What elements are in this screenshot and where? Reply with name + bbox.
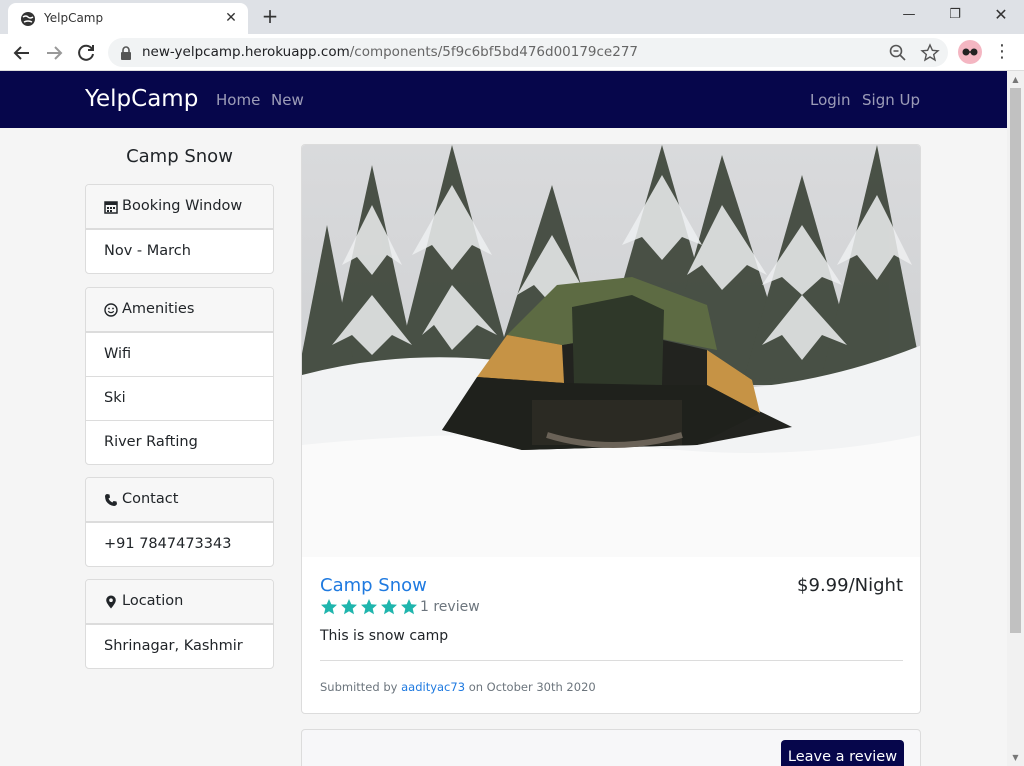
submitted-date: on October 30th 2020 <box>468 680 596 694</box>
browser-tab[interactable]: YelpCamp ✕ <box>8 3 248 34</box>
page-scrollbar[interactable]: ▲ ▼ <box>1007 71 1024 766</box>
minimize-icon[interactable]: — <box>894 4 924 26</box>
contact-phone: +91 7847473343 <box>86 522 273 566</box>
back-icon[interactable] <box>9 40 35 66</box>
star-rating <box>320 598 418 616</box>
star-icon <box>361 599 377 615</box>
amenities-header: Amenities <box>86 288 273 332</box>
booking-window-value: Nov - March <box>86 229 273 273</box>
contact-header: Contact <box>86 478 273 522</box>
nav-signup[interactable]: Sign Up <box>862 91 920 109</box>
contact-card: Contact +91 7847473343 <box>85 477 274 567</box>
star-icon <box>401 599 417 615</box>
amenities-label: Amenities <box>122 301 195 317</box>
url-host: new-yelpcamp.herokuapp.com <box>142 44 350 60</box>
nav-new[interactable]: New <box>271 91 304 109</box>
address-bar[interactable]: new-yelpcamp.herokuapp.com/components/5f… <box>108 38 948 67</box>
url-text: new-yelpcamp.herokuapp.com/components/5f… <box>142 44 638 60</box>
url-path: /components/5f9c6bf5bd476d00179ce277 <box>349 44 639 60</box>
amenity-item: Wifi <box>86 332 273 376</box>
brand-logo[interactable]: YelpCamp <box>85 86 198 112</box>
scroll-down-icon[interactable]: ▼ <box>1007 749 1024 766</box>
reviews-card: Leave a review <box>301 729 921 766</box>
new-tab-button[interactable]: + <box>258 5 282 29</box>
submitted-prefix: Submitted by <box>320 680 398 694</box>
booking-window-header: Booking Window <box>86 185 273 229</box>
phone-icon <box>105 494 117 506</box>
restore-icon[interactable]: ❐ <box>940 4 970 26</box>
forward-icon[interactable] <box>41 40 67 66</box>
map-marker-icon <box>106 595 116 609</box>
site-navbar: YelpCamp Home New Login Sign Up <box>0 71 1007 128</box>
amenity-item: Ski <box>86 376 273 420</box>
zoom-icon[interactable] <box>888 43 908 63</box>
star-icon <box>341 599 357 615</box>
profile-avatar[interactable] <box>958 40 982 64</box>
leave-review-button[interactable]: Leave a review <box>781 740 904 766</box>
booking-window-label: Booking Window <box>122 198 243 214</box>
campground-card: Camp Snow $9.99/Night 1 review This is s… <box>301 144 921 714</box>
glasses-icon <box>962 48 978 56</box>
tab-close-icon[interactable]: ✕ <box>222 9 240 27</box>
location-card: Location Shrinagar, Kashmir <box>85 579 274 669</box>
campground-photo <box>302 145 920 557</box>
campground-description: This is snow camp <box>320 628 449 644</box>
reload-icon[interactable] <box>73 40 99 66</box>
scroll-thumb[interactable] <box>1010 88 1021 633</box>
browser-toolbar: new-yelpcamp.herokuapp.com/components/5f… <box>0 34 1024 71</box>
amenity-item: River Rafting <box>86 420 273 464</box>
booking-window-card: Booking Window Nov - March <box>85 184 274 274</box>
sidebar-title: Camp Snow <box>126 146 233 167</box>
divider <box>320 660 903 661</box>
star-icon <box>381 599 397 615</box>
nav-login[interactable]: Login <box>810 91 850 109</box>
location-value: Shrinagar, Kashmir <box>86 624 273 668</box>
page-viewport: YelpCamp Home New Login Sign Up Camp Sno… <box>0 71 1007 766</box>
tab-title: YelpCamp <box>44 11 104 25</box>
star-icon <box>321 599 337 615</box>
globe-icon <box>21 12 35 26</box>
smile-icon <box>104 303 118 317</box>
browser-menu-icon[interactable]: ⋮ <box>992 40 1012 64</box>
author-link[interactable]: aadityac73 <box>401 680 465 694</box>
campground-price: $9.99/Night <box>797 575 903 596</box>
scroll-up-icon[interactable]: ▲ <box>1007 71 1024 88</box>
review-count: 1 review <box>420 599 480 615</box>
browser-tabstrip: YelpCamp ✕ + — ❐ ✕ <box>0 0 1024 34</box>
amenities-card: Amenities Wifi Ski River Rafting <box>85 287 274 465</box>
window-close-icon[interactable]: ✕ <box>986 4 1016 26</box>
calendar-icon <box>104 201 118 214</box>
submitted-by: Submitted by aadityac73 on October 30th … <box>320 680 596 694</box>
bookmark-star-icon[interactable] <box>920 43 940 63</box>
nav-home[interactable]: Home <box>216 91 260 109</box>
lock-icon <box>121 46 131 60</box>
campground-title[interactable]: Camp Snow <box>320 575 427 596</box>
location-label: Location <box>122 593 184 609</box>
location-header: Location <box>86 580 273 624</box>
contact-label: Contact <box>122 491 179 507</box>
